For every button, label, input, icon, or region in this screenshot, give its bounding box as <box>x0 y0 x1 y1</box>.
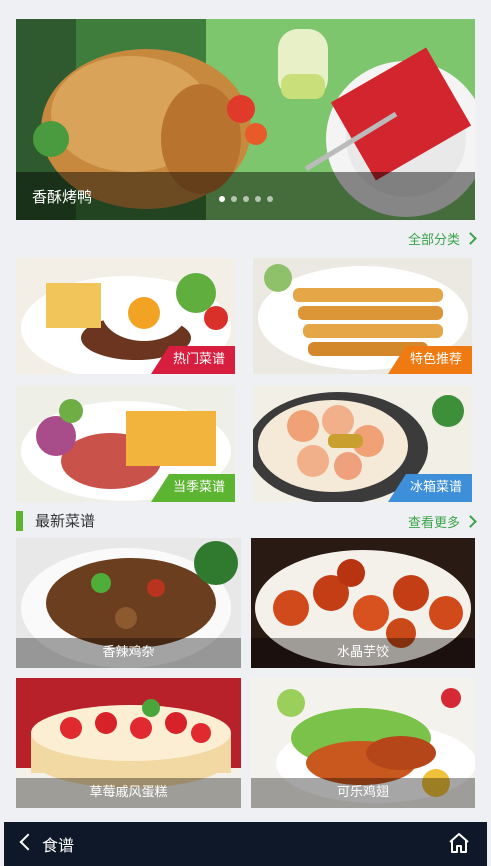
recipe-name: 香辣鸡杂 <box>16 638 241 668</box>
latest-recipes-header: 最新菜谱 查看更多 <box>16 509 477 533</box>
recipe-name: 草莓戚风蛋糕 <box>16 778 241 808</box>
category-tile-hot[interactable]: 热门菜谱 <box>16 258 235 374</box>
hero-title: 香酥烤鸭 <box>32 188 93 206</box>
recipe-name: 可乐鸡翅 <box>251 778 475 808</box>
see-more-label: 查看更多 <box>407 516 460 531</box>
carousel-dot[interactable] <box>219 196 225 202</box>
hero-banner[interactable]: 香酥烤鸭 <box>16 19 475 220</box>
bottom-bar-title: 食谱 <box>42 836 75 855</box>
carousel-dot[interactable] <box>231 196 237 202</box>
carousel-dot[interactable] <box>255 196 261 202</box>
section-title: 最新菜谱 <box>35 512 96 530</box>
category-tile-fridge[interactable]: 冰箱菜谱 <box>253 386 472 502</box>
bottom-nav-bar: 食谱 <box>4 822 487 866</box>
see-more-link[interactable]: 查看更多 <box>407 512 477 531</box>
chevron-right-icon <box>464 515 477 528</box>
carousel-dot[interactable] <box>243 196 249 202</box>
carousel-dots[interactable] <box>219 196 273 202</box>
category-tile-seasonal[interactable]: 当季菜谱 <box>16 386 235 502</box>
recipe-card[interactable]: 水晶芋饺 <box>251 538 475 668</box>
chevron-right-icon <box>464 232 477 245</box>
category-tile-featured[interactable]: 特色推荐 <box>253 258 472 374</box>
back-icon[interactable] <box>19 833 37 851</box>
recipe-card[interactable]: 可乐鸡翅 <box>251 678 475 808</box>
carousel-dot[interactable] <box>267 196 273 202</box>
recipe-name: 水晶芋饺 <box>251 638 475 668</box>
recipe-card[interactable]: 香辣鸡杂 <box>16 538 241 668</box>
recipe-card[interactable]: 草莓戚风蛋糕 <box>16 678 241 808</box>
all-categories-link[interactable]: 全部分类 <box>407 229 477 248</box>
section-bar <box>16 511 23 531</box>
home-icon[interactable] <box>447 831 471 855</box>
all-categories-label: 全部分类 <box>407 233 460 248</box>
